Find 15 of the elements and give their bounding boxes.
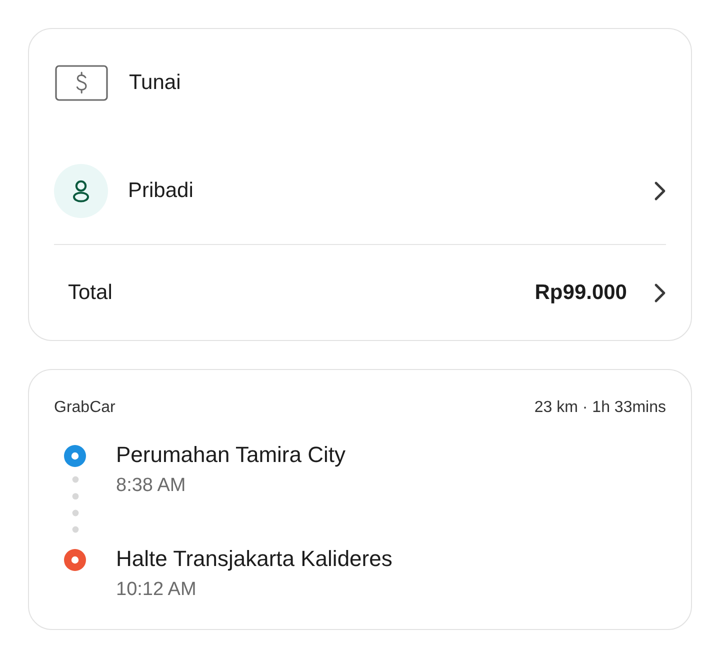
chevron-right-icon[interactable] [654, 282, 666, 302]
stop-name: Perumahan Tamira City [116, 443, 346, 467]
chevron-right-icon[interactable] [654, 180, 666, 200]
stop-time: 10:12 AM [116, 579, 196, 601]
cash-icon [55, 65, 108, 101]
profile-label: Pribadi [128, 178, 194, 204]
payment-method-label: Tunai [129, 70, 181, 96]
total-amount: Rp99.000 [534, 280, 627, 306]
dotted-route-line [72, 476, 78, 533]
stop-time: 8:38 AM [116, 475, 186, 497]
service-name: GrabCar [54, 398, 116, 418]
total-label: Total [68, 280, 112, 306]
stop-name: Halte Transjakarta Kalideres [116, 547, 392, 571]
trip-distance-duration: 23 km · 1h 33mins [534, 398, 666, 418]
person-icon [54, 164, 108, 218]
